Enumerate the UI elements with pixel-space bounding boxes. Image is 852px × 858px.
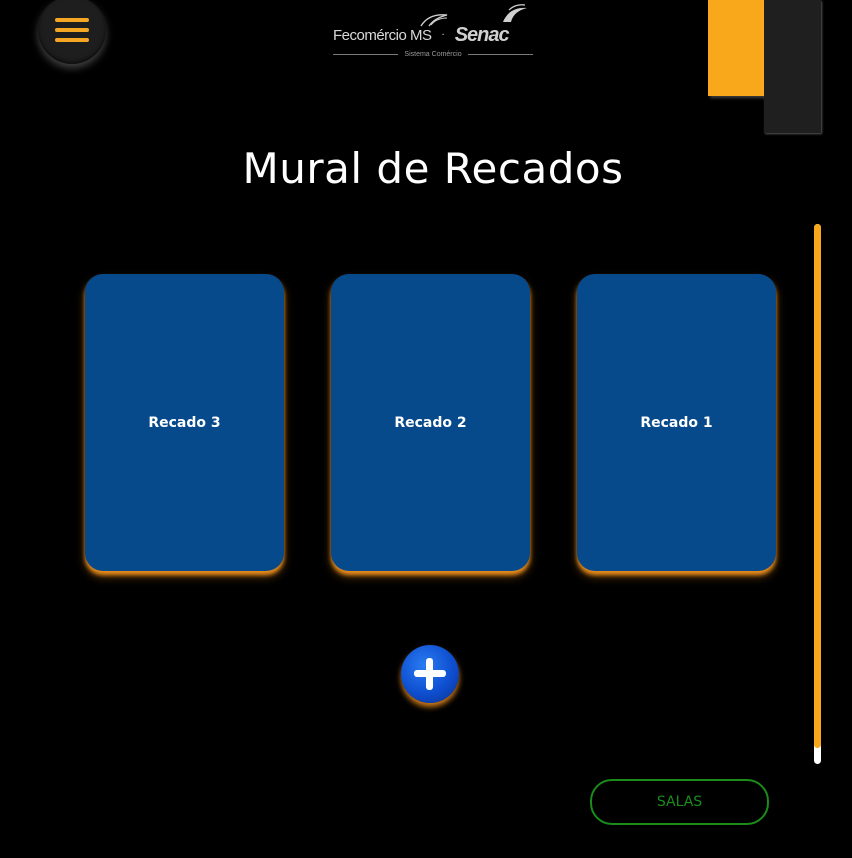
- page: Fecomércio MS · Senac Sistema Comércio M…: [0, 0, 852, 858]
- decorative-dark-block: [764, 0, 821, 133]
- recado-card-2[interactable]: Recado 2: [331, 274, 530, 571]
- logo-divider-left: [333, 53, 399, 55]
- hamburger-menu-icon-bar-top: [55, 18, 89, 22]
- recado-card-3[interactable]: Recado 3: [85, 274, 284, 571]
- hamburger-menu-icon-bar-middle: [55, 28, 89, 32]
- plus-icon-vertical: [426, 658, 433, 690]
- logo-senac-text: Senac: [454, 23, 510, 46]
- hamburger-menu-button[interactable]: [38, 0, 106, 64]
- logo-separator: ·: [441, 29, 445, 41]
- decorative-orange-block: [708, 0, 764, 96]
- fecomercio-senac-logo: Fecomércio MS · Senac Sistema Comércio: [333, 4, 533, 60]
- scrollbar-track[interactable]: [814, 224, 821, 764]
- logo-tagline: Sistema Comércio: [404, 50, 462, 58]
- logo-wordmark: Fecomércio MS · Senac: [333, 22, 533, 48]
- logo-tagline-row: Sistema Comércio: [333, 48, 533, 60]
- add-recado-button[interactable]: [401, 645, 459, 703]
- recado-card-label: Recado 2: [394, 414, 467, 431]
- logo-divider-right: [467, 53, 533, 55]
- recado-card-1[interactable]: Recado 1: [577, 274, 776, 571]
- recado-card-label: Recado 1: [640, 414, 713, 431]
- salas-button[interactable]: SALAS: [590, 779, 769, 825]
- logo-fecomercio-text: Fecomércio MS: [333, 26, 432, 44]
- recado-card-label: Recado 3: [148, 414, 221, 431]
- page-title: Mural de Recados: [242, 144, 624, 193]
- hamburger-menu-icon-bar-bottom: [55, 38, 89, 42]
- scrollbar-thumb[interactable]: [814, 224, 821, 748]
